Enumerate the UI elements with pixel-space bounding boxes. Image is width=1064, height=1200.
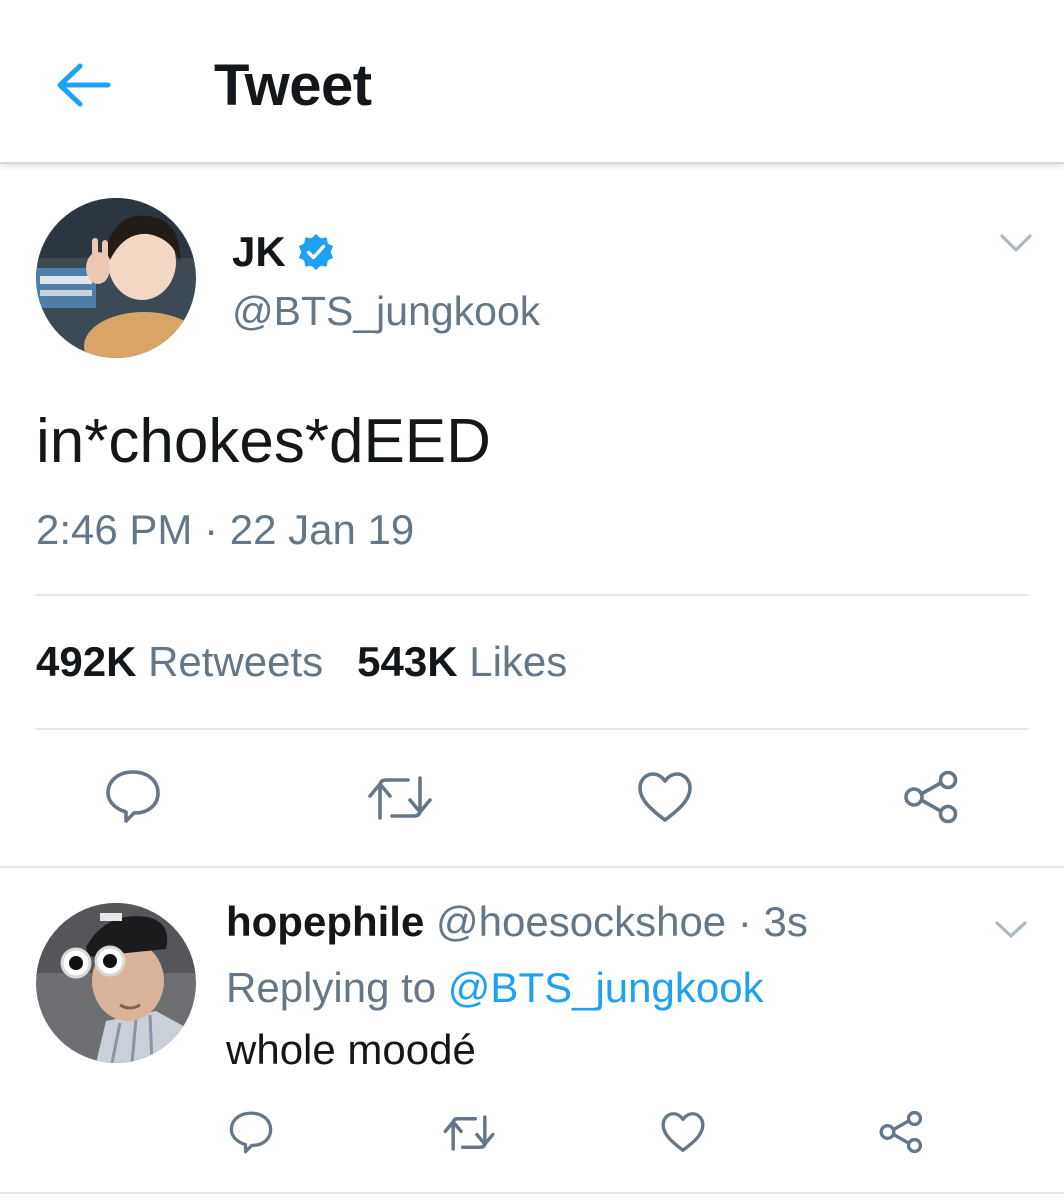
reply-text: whole moodé: [226, 1026, 476, 1073]
reply-bubble-icon[interactable]: [104, 768, 162, 824]
reply-menu-chevron-down-icon[interactable]: [993, 915, 1029, 943]
share-icon[interactable]: [902, 770, 960, 824]
divider: [36, 728, 1028, 730]
reply-time: · 3s: [737, 898, 808, 945]
replying-to-mention-link[interactable]: @BTS_jungkook: [448, 964, 764, 1011]
likes-label: Likes: [469, 638, 568, 685]
top-app-bar: Tweet: [0, 0, 1064, 164]
reply-header: hopephile @hoesockshoe · 3s: [226, 898, 808, 946]
retweets-label: Retweets: [148, 638, 324, 685]
author-handle[interactable]: @BTS_jungkook: [232, 288, 540, 335]
reply-handle[interactable]: @hoesockshoe: [436, 898, 726, 945]
page-title: Tweet: [214, 53, 372, 118]
verified-badge-icon: [298, 234, 333, 270]
section-separator: [0, 866, 1064, 868]
author-display-name[interactable]: JK: [232, 228, 286, 276]
likes-count: 543K: [357, 638, 458, 685]
reply-bubble-icon[interactable]: [228, 1110, 274, 1154]
retweets-count: 492K: [36, 638, 137, 685]
retweet-icon[interactable]: [366, 774, 434, 822]
author-name-row: JK: [232, 228, 336, 276]
divider: [0, 1192, 1064, 1194]
replying-to-line: Replying to @BTS_jungkook: [226, 964, 764, 1012]
tweet-stats: 492K Retweets 543K Likes: [36, 638, 567, 686]
replying-to-prefix: Replying to: [226, 964, 437, 1011]
likes-stat[interactable]: 543K Likes: [357, 638, 567, 685]
heart-icon[interactable]: [636, 770, 694, 824]
tweet-text: in*chokes*dEED: [36, 407, 491, 476]
retweets-stat[interactable]: 492K Retweets: [36, 638, 323, 685]
author-avatar[interactable]: [36, 198, 196, 358]
back-arrow-icon[interactable]: [50, 55, 114, 115]
share-icon[interactable]: [878, 1110, 924, 1154]
retweet-icon[interactable]: [442, 1114, 496, 1152]
reply-display-name[interactable]: hopephile: [226, 898, 424, 945]
tweet-timestamp: 2:46 PM · 22 Jan 19: [36, 506, 415, 553]
divider: [36, 594, 1028, 596]
tweet-menu-chevron-down-icon[interactable]: [998, 228, 1034, 258]
reply-author-avatar[interactable]: [36, 903, 196, 1063]
heart-icon[interactable]: [660, 1110, 706, 1154]
